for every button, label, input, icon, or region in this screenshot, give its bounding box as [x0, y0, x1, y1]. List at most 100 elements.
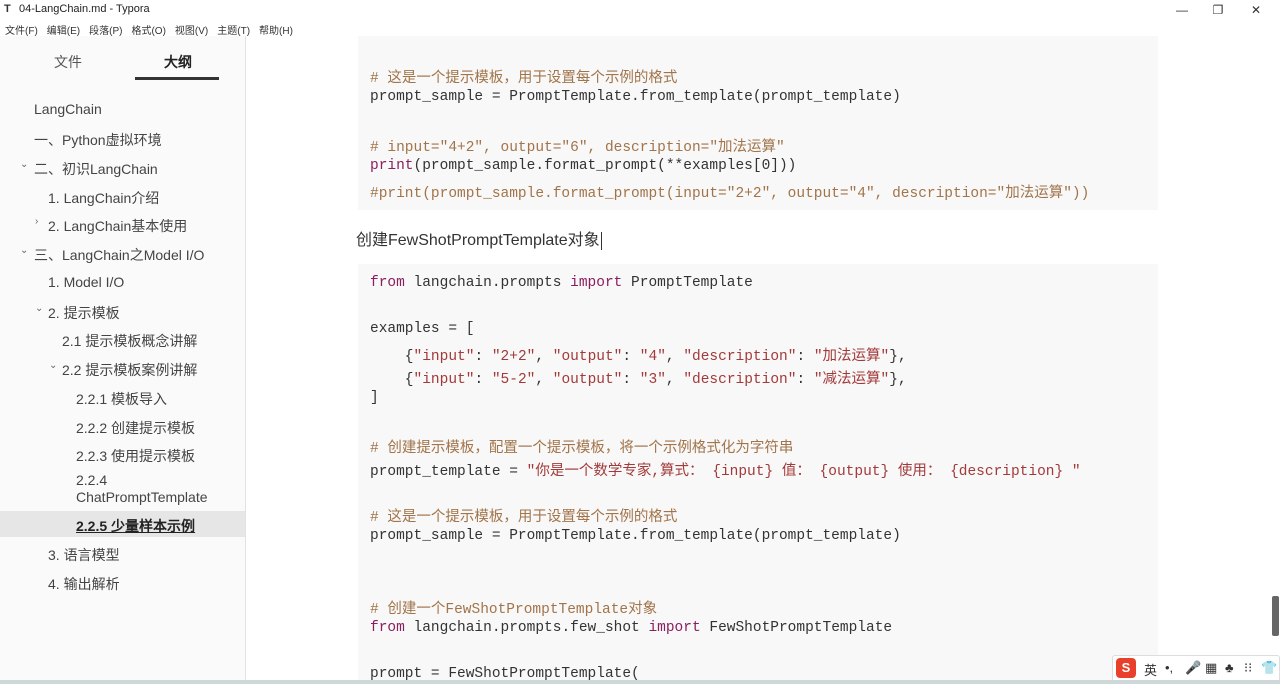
code-text: langchain.prompts: [404, 275, 571, 291]
menu-file[interactable]: 文件(F): [0, 20, 42, 37]
code-string: "5-2": [491, 372, 536, 388]
code-text: ,: [535, 372, 553, 388]
code-string: "output": [552, 349, 623, 365]
code-keyword: import: [570, 275, 623, 291]
toolbox-icon[interactable]: ⁝⁝: [1244, 660, 1252, 676]
keyboard-icon[interactable]: ▦: [1205, 660, 1217, 676]
code-string: "减法运算": [813, 372, 890, 388]
code-text: },: [889, 372, 907, 388]
outline-label: 2.2.3 使用提示模板: [76, 448, 196, 464]
code-comment: # 创建提示模板，配置一个提示模板，将一个示例格式化为字符串: [370, 441, 794, 457]
skin-icon[interactable]: ♣: [1225, 660, 1234, 675]
outline-item-2-2-5[interactable]: 2.2.5 少量样本示例: [0, 511, 245, 537]
code-text: :: [796, 349, 814, 365]
vertical-scrollbar-thumb[interactable]: [1272, 596, 1279, 636]
typora-app-icon: T: [4, 3, 11, 15]
outline-item-langchain-basic[interactable]: › 2. LangChain基本使用: [0, 211, 245, 237]
code-string: "description": [683, 372, 797, 388]
code-line: prompt_sample = PromptTemplate.from_temp…: [370, 89, 901, 105]
outline-label: 2.2 提示模板案例讲解: [62, 362, 198, 378]
sogou-logo-icon[interactable]: S: [1116, 658, 1136, 678]
code-comment: # 这是一个提示模板，用于设置每个示例的格式: [370, 71, 678, 87]
punctuation-icon[interactable]: •,: [1165, 660, 1173, 675]
code-text: ,: [665, 372, 684, 388]
outline-item-python-venv[interactable]: 一、Python虚拟环境: [0, 125, 245, 151]
code-block-2[interactable]: from langchain.prompts import PromptTemp…: [358, 264, 1158, 684]
code-string: "output": [552, 372, 623, 388]
outline-item-intro-langchain[interactable]: ⌄ 二、初识LangChain: [0, 154, 245, 180]
outline-item-language-model[interactable]: 3. 语言模型: [0, 540, 245, 566]
menu-bar: 文件(F) 编辑(E) 段落(P) 格式(O) 视图(V) 主题(T) 帮助(H…: [0, 20, 310, 37]
code-string: "4": [639, 349, 666, 365]
outline-label: 一、Python虚拟环境: [34, 132, 162, 148]
code-text: :: [474, 349, 492, 365]
code-text: prompt_sample = PromptTemplate.from_temp…: [370, 528, 901, 544]
tab-outline[interactable]: 大纲: [164, 52, 192, 72]
outline-label: 4. 输出解析: [48, 576, 120, 592]
code-comment: # 创建一个FewShotPromptTemplate对象: [370, 602, 658, 618]
outline-item-2-2[interactable]: ⌄ 2.2 提示模板案例讲解: [0, 355, 245, 381]
outline-item-langchain[interactable]: LangChain: [0, 96, 245, 122]
menu-edit[interactable]: 编辑(E): [42, 20, 84, 37]
paragraph-text[interactable]: 创建FewShotPromptTemplate对象: [356, 226, 602, 250]
code-text: ,: [665, 349, 684, 365]
outline-item-2-2-4[interactable]: 2.2.4 ChatPromptTemplate: [0, 472, 245, 508]
code-text: :: [474, 372, 492, 388]
maximize-button[interactable]: ❐: [1200, 0, 1236, 20]
outline-item-model-io[interactable]: 1. Model I/O: [0, 269, 245, 295]
code-text: examples = [: [370, 321, 475, 337]
code-keyword: print: [370, 158, 414, 174]
outline-label: 2.1 提示模板概念讲解: [62, 333, 198, 349]
code-comment: #print(prompt_sample.format_prompt(input…: [370, 186, 1090, 202]
code-text: FewShotPromptTemplate: [700, 620, 893, 636]
chevron-right-icon[interactable]: ›: [35, 216, 38, 227]
minimize-button[interactable]: —: [1164, 0, 1200, 20]
shirt-icon[interactable]: 👕: [1261, 660, 1277, 676]
chevron-down-icon[interactable]: ⌄: [20, 245, 28, 256]
code-comment: # 这是一个提示模板，用于设置每个示例的格式: [370, 510, 678, 526]
code-text: prompt_template =: [370, 464, 527, 480]
outline-label: 2.2.4 ChatPromptTemplate: [76, 472, 208, 506]
close-button[interactable]: ✕: [1238, 0, 1274, 20]
tab-files[interactable]: 文件: [54, 52, 82, 72]
ime-language-toggle[interactable]: 英: [1144, 660, 1157, 679]
outline-item-langchain-intro[interactable]: 1. LangChain介绍: [0, 183, 245, 209]
chevron-down-icon[interactable]: ⌄: [35, 303, 43, 314]
menu-view[interactable]: 视图(V): [170, 20, 212, 37]
outline-label: 2. LangChain基本使用: [48, 218, 188, 234]
code-text: :: [796, 372, 814, 388]
text-cursor: [600, 231, 602, 250]
code-text: PromptTemplate: [622, 275, 753, 291]
code-text: langchain.prompts.few_shot: [404, 620, 649, 636]
outline-label: 二、初识LangChain: [34, 161, 158, 177]
code-string: "2+2": [491, 349, 536, 365]
outline-label: 1. LangChain介绍: [48, 190, 160, 206]
outline-label: 3. 语言模型: [48, 547, 120, 563]
outline-item-2-2-1[interactable]: 2.2.1 模板导入: [0, 384, 245, 410]
microphone-icon[interactable]: 🎤: [1185, 660, 1201, 676]
outline-label-line2: ChatPromptTemplate: [76, 489, 208, 505]
code-text: ]: [370, 390, 379, 406]
code-string: "input": [413, 372, 475, 388]
menu-paragraph[interactable]: 段落(P): [84, 20, 126, 37]
menu-theme[interactable]: 主题(T): [212, 20, 254, 37]
editor-area[interactable]: # 这是一个提示模板，用于设置每个示例的格式 prompt_sample = P…: [246, 36, 1268, 684]
outline-item-2-2-2[interactable]: 2.2.2 创建提示模板: [0, 413, 245, 439]
menu-format[interactable]: 格式(O): [126, 20, 169, 37]
title-bar: T 04-LangChain.md - Typora — ❐ ✕: [0, 0, 1280, 20]
outline-label-line1: 2.2.4: [76, 472, 108, 488]
outline-item-output-parser[interactable]: 4. 输出解析: [0, 569, 245, 595]
chevron-down-icon[interactable]: ⌄: [49, 360, 57, 371]
code-string: "3": [639, 372, 666, 388]
code-text: :: [622, 372, 640, 388]
chevron-down-icon[interactable]: ⌄: [20, 159, 28, 170]
code-keyword: from: [370, 620, 405, 636]
outline-label: 2.2.5 少量样本示例: [76, 518, 196, 534]
menu-help[interactable]: 帮助(H): [254, 20, 297, 37]
outline-item-model-io-section[interactable]: ⌄ 三、LangChain之Model I/O: [0, 240, 245, 266]
outline-item-prompt-templates[interactable]: ⌄ 2. 提示模板: [0, 298, 245, 324]
code-block-1[interactable]: # 这是一个提示模板，用于设置每个示例的格式 prompt_sample = P…: [358, 36, 1158, 210]
outline-item-2-2-3[interactable]: 2.2.3 使用提示模板: [0, 441, 245, 467]
outline-item-2-1[interactable]: 2.1 提示模板概念讲解: [0, 326, 245, 352]
outline-label: 2. 提示模板: [48, 305, 120, 321]
